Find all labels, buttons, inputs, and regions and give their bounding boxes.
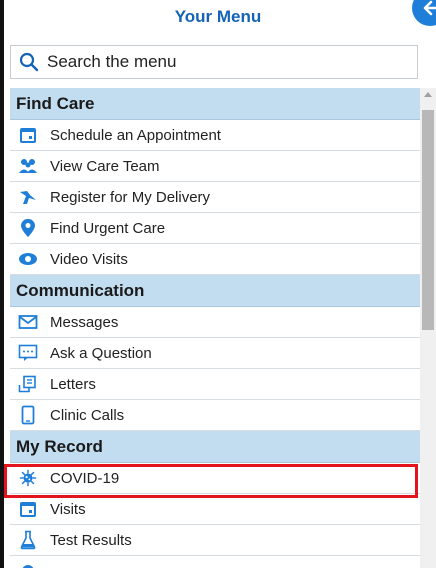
menu-panel: Your Menu Search the menu Find Care Sche… <box>0 0 436 568</box>
menu-item-register-delivery[interactable]: Register for My Delivery <box>10 182 420 213</box>
menu-item-visits[interactable]: Visits <box>10 494 420 525</box>
menu-item-label: Video Visits <box>50 250 128 268</box>
scroll-up-arrow-icon[interactable] <box>424 92 432 97</box>
virus-icon <box>18 468 38 488</box>
menu-list: Find Care Schedule an Appointment View C… <box>10 88 420 568</box>
menu-item-label: Schedule an Appointment <box>50 126 221 144</box>
menu-item-test-results[interactable]: Test Results <box>10 525 420 556</box>
section-my-record: My Record <box>10 431 420 463</box>
menu-item-label: View Care Team <box>50 157 160 175</box>
envelope-icon <box>18 312 38 332</box>
menu-item-clinic-calls[interactable]: Clinic Calls <box>10 400 420 431</box>
stork-icon <box>18 187 38 207</box>
chat-bubble-icon <box>18 343 38 363</box>
menu-item-label: Visits <box>50 500 86 518</box>
menu-item-label: Find Urgent Care <box>50 219 166 237</box>
scrollbar-thumb[interactable] <box>422 110 434 330</box>
calendar-icon <box>18 125 38 145</box>
menu-item-covid-19[interactable]: COVID-19 <box>10 463 420 494</box>
search-placeholder: Search the menu <box>47 52 177 71</box>
menu-item-label: Letters <box>50 375 96 393</box>
menu-item-label: Test Results <box>50 531 132 549</box>
letters-icon <box>18 374 38 394</box>
phone-icon <box>18 405 38 425</box>
menu-item-label: Clinic Calls <box>50 406 125 424</box>
menu-item-ask-question[interactable]: Ask a Question <box>10 338 420 369</box>
section-communication: Communication <box>10 275 420 307</box>
menu-item-label: Register for My Delivery <box>50 188 211 206</box>
menu-item-view-care-team[interactable]: View Care Team <box>10 151 420 182</box>
panel-border <box>0 0 4 568</box>
menu-item-label: COVID-19 <box>50 469 120 487</box>
flask-icon <box>18 530 38 550</box>
page-title: Your Menu <box>174 7 262 26</box>
video-camera-icon <box>18 249 38 269</box>
care-team-icon <box>18 156 38 176</box>
section-find-care: Find Care <box>10 88 420 120</box>
scrollbar[interactable] <box>420 88 436 568</box>
menu-item-schedule-appointment[interactable]: Schedule an Appointment <box>10 120 420 151</box>
calendar-icon <box>18 499 38 519</box>
menu-item-messages[interactable]: Messages <box>10 307 420 338</box>
search-icon <box>19 52 39 72</box>
menu-item-find-urgent-care[interactable]: Find Urgent Care <box>10 213 420 244</box>
menu-item-label: Ask a Question <box>50 344 152 362</box>
menu-item-label: Messages <box>50 313 119 331</box>
location-pin-icon <box>18 218 38 238</box>
partial-item-icon <box>18 561 38 568</box>
menu-item-video-visits[interactable]: Video Visits <box>10 244 420 275</box>
menu-item-partial[interactable] <box>10 556 420 568</box>
back-arrow-icon <box>423 0 436 16</box>
search-input[interactable]: Search the menu <box>10 45 418 79</box>
menu-item-letters[interactable]: Letters <box>10 369 420 400</box>
